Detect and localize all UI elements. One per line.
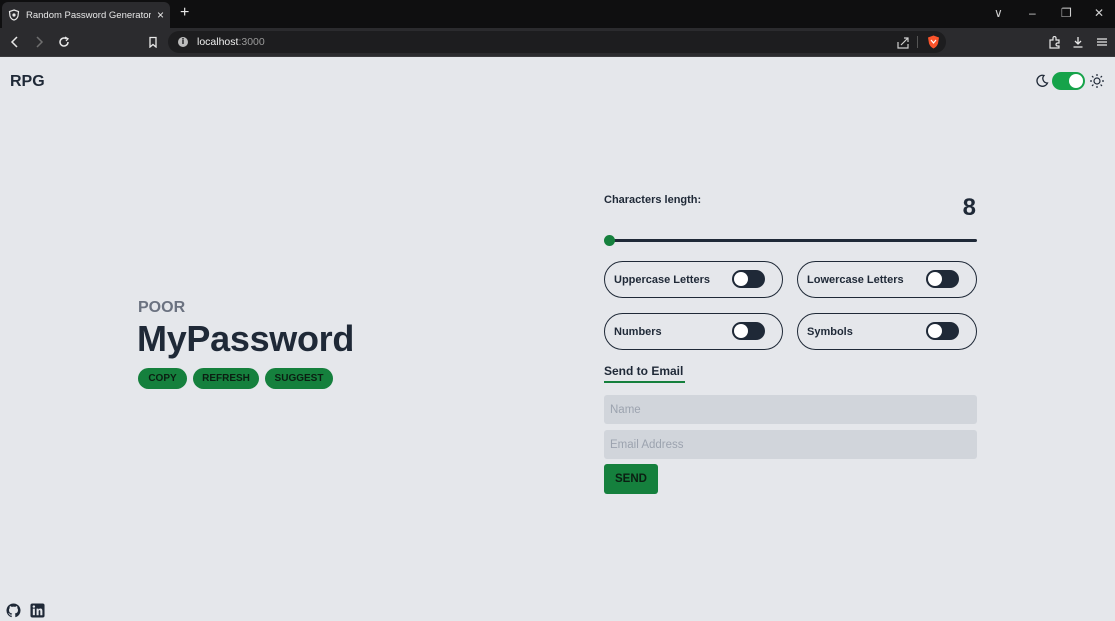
- send-to-email-heading: Send to Email: [604, 364, 685, 383]
- suggest-button[interactable]: SUGGEST: [265, 368, 333, 389]
- generated-password: MyPassword: [137, 318, 355, 359]
- download-icon[interactable]: [1070, 34, 1086, 50]
- length-slider-thumb[interactable]: [604, 235, 615, 246]
- lowercase-toggle-knob: [928, 272, 942, 286]
- browser-tab-bar: Random Password Generator To × + ∨ – ❐ ✕: [0, 0, 1115, 28]
- address-bar[interactable]: i localhost:3000: [168, 31, 946, 53]
- option-lowercase[interactable]: Lowercase Letters: [797, 261, 977, 298]
- uppercase-toggle-knob: [734, 272, 748, 286]
- option-symbols-label: Symbols: [807, 325, 853, 338]
- send-button[interactable]: SEND: [604, 464, 658, 494]
- email-input[interactable]: [604, 430, 977, 459]
- menu-icon[interactable]: [1094, 34, 1110, 50]
- option-lowercase-label: Lowercase Letters: [807, 273, 904, 286]
- extensions-icon[interactable]: [1046, 34, 1062, 50]
- theme-switch[interactable]: [1052, 72, 1085, 90]
- option-numbers[interactable]: Numbers: [604, 313, 783, 350]
- forward-icon[interactable]: [31, 34, 47, 50]
- uppercase-toggle[interactable]: [732, 270, 765, 288]
- back-icon[interactable]: [7, 34, 23, 50]
- sun-icon: [1089, 73, 1105, 94]
- tab-close-icon[interactable]: ×: [157, 9, 164, 21]
- strength-label: POOR: [138, 299, 186, 316]
- moon-icon: [1035, 74, 1049, 93]
- browser-toolbar: i localhost:3000: [0, 28, 1115, 57]
- minimize-icon[interactable]: –: [1029, 6, 1036, 20]
- github-icon[interactable]: [6, 603, 22, 619]
- length-value: 8: [962, 194, 976, 221]
- copy-button[interactable]: COPY: [138, 368, 187, 389]
- numbers-toggle-knob: [734, 324, 748, 338]
- symbols-toggle[interactable]: [926, 322, 959, 340]
- address-divider: [917, 36, 918, 48]
- brave-shield-icon[interactable]: [927, 35, 940, 54]
- site-info-icon[interactable]: i: [178, 37, 188, 47]
- option-symbols[interactable]: Symbols: [797, 313, 977, 350]
- brand-logo[interactable]: RPG: [10, 73, 45, 91]
- symbols-toggle-knob: [928, 324, 942, 338]
- share-icon[interactable]: [897, 36, 910, 54]
- linkedin-icon[interactable]: [30, 603, 46, 619]
- option-numbers-label: Numbers: [614, 325, 662, 338]
- lowercase-toggle[interactable]: [926, 270, 959, 288]
- theme-switch-knob: [1069, 74, 1083, 88]
- bookmark-icon[interactable]: [145, 34, 161, 50]
- theme-toggle[interactable]: [1033, 72, 1107, 90]
- option-uppercase[interactable]: Uppercase Letters: [604, 261, 783, 298]
- new-tab-button[interactable]: +: [180, 4, 189, 22]
- name-input[interactable]: [604, 395, 977, 424]
- close-window-icon[interactable]: ✕: [1094, 6, 1104, 20]
- numbers-toggle[interactable]: [732, 322, 765, 340]
- option-uppercase-label: Uppercase Letters: [614, 273, 710, 286]
- length-slider-track[interactable]: [608, 239, 977, 242]
- restore-icon[interactable]: ❐: [1061, 6, 1072, 20]
- tab-title: Random Password Generator To: [26, 9, 151, 21]
- browser-tab[interactable]: Random Password Generator To ×: [2, 2, 170, 28]
- tab-search-icon[interactable]: ∨: [994, 6, 1003, 20]
- reload-icon[interactable]: [56, 34, 72, 50]
- refresh-button[interactable]: REFRESH: [193, 368, 259, 389]
- url-text: localhost:3000: [197, 36, 265, 48]
- shield-favicon-icon: [8, 9, 20, 21]
- length-label: Characters length:: [604, 194, 702, 206]
